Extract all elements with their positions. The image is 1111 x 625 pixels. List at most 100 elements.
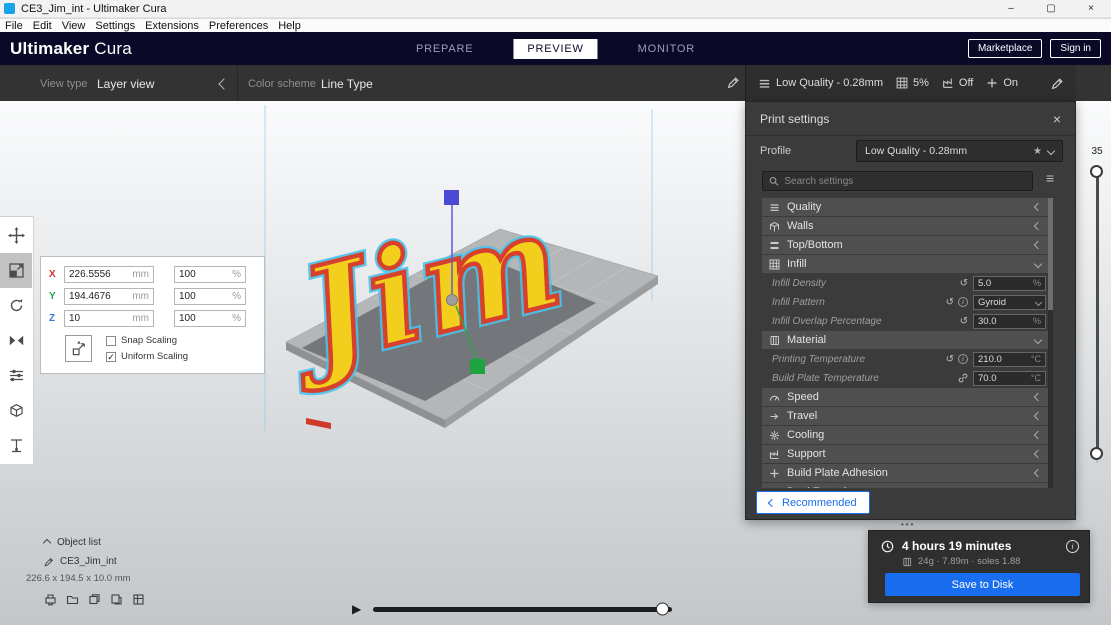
infill-density-input[interactable]: [978, 277, 1031, 289]
mirror-tool[interactable]: [0, 323, 32, 358]
scrubber-knob[interactable]: [656, 602, 669, 616]
print-settings-summary[interactable]: Low Quality - 0.28mm 5% Off On: [745, 65, 1076, 101]
speed-icon: [769, 392, 780, 403]
mirror-icon: [9, 335, 23, 346]
scrubber-track[interactable]: [373, 602, 672, 616]
edit-view-pencil-icon[interactable]: [727, 76, 740, 89]
chevron-left-icon: [1033, 392, 1043, 402]
category-infill[interactable]: Infill: [762, 255, 1048, 273]
recommended-mode-button[interactable]: Recommended: [756, 491, 870, 514]
printer-icon[interactable]: [44, 593, 57, 606]
reset-icon[interactable]: ↺: [946, 297, 954, 308]
layer-slider-top-handle[interactable]: [1090, 165, 1103, 178]
minimize-button[interactable]: –: [991, 0, 1031, 18]
custom-supports-tool[interactable]: [0, 428, 32, 463]
menu-help[interactable]: Help: [273, 20, 306, 32]
search-settings-input[interactable]: [784, 175, 1026, 187]
scale-row-x: X mm %: [41, 263, 264, 285]
layer-slider-bottom-handle[interactable]: [1090, 447, 1103, 460]
object-list-toggle[interactable]: Object list: [42, 537, 206, 548]
scale-tool[interactable]: [0, 253, 32, 288]
object-list-item[interactable]: CE3_Jim_int: [44, 556, 206, 567]
layer-slider-range[interactable]: [1095, 173, 1099, 455]
snap-scaling-checkbox[interactable]: Snap Scaling: [106, 335, 188, 346]
star-icon[interactable]: ★: [1033, 146, 1042, 157]
summary-adhesion[interactable]: On: [986, 77, 1018, 89]
summary-infill[interactable]: 5%: [896, 77, 929, 89]
reset-icon[interactable]: ↺: [946, 354, 954, 365]
info-icon[interactable]: i: [1066, 539, 1079, 553]
category-support[interactable]: Support: [762, 445, 1048, 463]
duplicate-icon[interactable]: [88, 593, 101, 606]
color-scheme-label: Color scheme: [248, 78, 316, 90]
rotate-tool[interactable]: [0, 288, 32, 323]
scale-y-size-input[interactable]: [69, 290, 130, 302]
category-quality[interactable]: Quality: [762, 198, 1048, 216]
scale-z-percent-input[interactable]: [179, 312, 230, 324]
settings-scrollbar[interactable]: [1048, 198, 1053, 488]
menu-extensions[interactable]: Extensions: [140, 20, 204, 32]
uniform-scaling-checkbox[interactable]: ✓ Uniform Scaling: [106, 351, 188, 362]
panel-drag-handle[interactable]: •••: [901, 520, 915, 529]
category-cooling[interactable]: Cooling: [762, 426, 1048, 444]
category-top-bottom[interactable]: Top/Bottom: [762, 236, 1048, 254]
menu-edit[interactable]: Edit: [28, 20, 57, 32]
signin-button[interactable]: Sign in: [1050, 39, 1101, 58]
reset-icon[interactable]: ↺: [960, 278, 968, 289]
marketplace-button[interactable]: Marketplace: [967, 39, 1043, 58]
menu-file[interactable]: File: [0, 20, 28, 32]
tab-preview[interactable]: PREVIEW: [513, 38, 598, 59]
adhesion-icon: [988, 78, 997, 88]
scrollbar-thumb[interactable]: [1048, 198, 1053, 310]
search-box[interactable]: [762, 171, 1033, 191]
scale-z-size-input[interactable]: [69, 312, 130, 324]
view-type-selector[interactable]: Layer view: [97, 77, 154, 91]
folder-icon[interactable]: [66, 593, 79, 606]
setting-infill-overlap: Infill Overlap Percentage ↺ %: [762, 312, 1048, 330]
printing-temperature-input[interactable]: [978, 353, 1029, 365]
edit-settings-pencil-icon[interactable]: [1051, 77, 1064, 90]
link-icon[interactable]: [958, 373, 968, 383]
category-build-plate-adhesion[interactable]: Build Plate Adhesion: [762, 464, 1048, 482]
y-axis-handle[interactable]: [470, 359, 485, 374]
summary-support[interactable]: Off: [942, 77, 973, 89]
chevron-up-icon: [42, 538, 52, 547]
scale-x-size-input[interactable]: [69, 268, 130, 280]
settings-visibility-menu-icon[interactable]: ≡: [1046, 170, 1054, 186]
category-material[interactable]: Material: [762, 331, 1048, 349]
menu-settings[interactable]: Settings: [90, 20, 140, 32]
reset-icon[interactable]: ↺: [960, 316, 968, 327]
move-tool[interactable]: [0, 218, 32, 253]
category-travel[interactable]: Travel: [762, 407, 1048, 425]
maximize-button[interactable]: ▢: [1031, 0, 1071, 18]
menu-preferences[interactable]: Preferences: [204, 20, 273, 32]
category-walls[interactable]: Walls: [762, 217, 1048, 235]
category-speed[interactable]: Speed: [762, 388, 1048, 406]
per-model-settings-tool[interactable]: [0, 358, 32, 393]
copy-icon[interactable]: [110, 593, 123, 606]
close-button[interactable]: ×: [1071, 0, 1111, 18]
layers-icon[interactable]: [132, 593, 145, 606]
close-panel-icon[interactable]: ×: [1053, 111, 1061, 127]
object-name: CE3_Jim_int: [60, 556, 117, 567]
build-plate-temperature-input[interactable]: [978, 372, 1029, 384]
infill-pattern-dropdown[interactable]: Gyroid: [973, 294, 1046, 310]
tab-prepare[interactable]: PREPARE: [402, 39, 487, 59]
z-axis-handle[interactable]: [444, 190, 459, 205]
menu-view[interactable]: View: [57, 20, 91, 32]
setting-infill-density: Infill Density ↺ %: [762, 274, 1048, 292]
save-to-disk-button[interactable]: Save to Disk: [885, 573, 1080, 596]
tab-monitor[interactable]: MONITOR: [624, 39, 709, 59]
chevron-left-icon: [1033, 411, 1043, 421]
profile-dropdown[interactable]: Low Quality - 0.28mm ★: [856, 140, 1063, 162]
play-button[interactable]: ▶: [352, 602, 361, 616]
scale-x-percent-input[interactable]: [179, 268, 230, 280]
infill-overlap-input[interactable]: [978, 315, 1031, 327]
scale-y-percent-input[interactable]: [179, 290, 230, 302]
gizmo-center-handle[interactable]: [446, 294, 458, 306]
color-scheme-selector[interactable]: Line Type: [321, 77, 373, 91]
summary-profile[interactable]: Low Quality - 0.28mm: [758, 77, 883, 90]
collapse-view-panel-icon[interactable]: [218, 78, 230, 90]
support-blocker-tool[interactable]: [0, 393, 32, 428]
print-time-estimate: 4 hours 19 minutes: [902, 539, 1012, 553]
